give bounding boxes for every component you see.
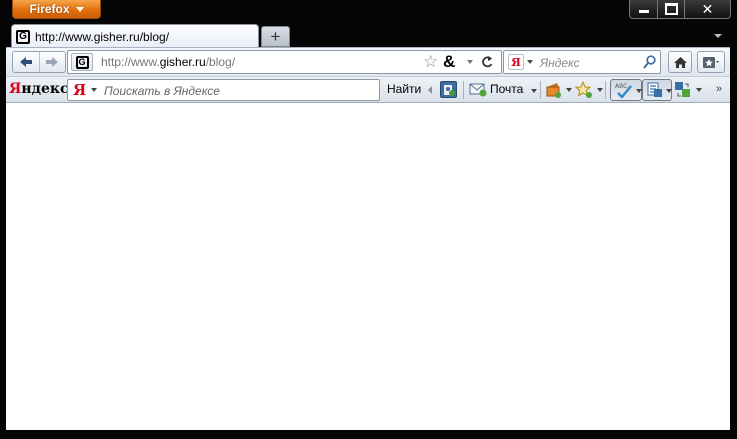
dictionary-dropdown-icon[interactable] xyxy=(696,88,702,92)
wallet-glyph-icon xyxy=(546,83,561,98)
yandex-search-field[interactable]: Я Поискать в Яндексе xyxy=(67,79,380,101)
bookmarks-button[interactable] xyxy=(697,51,725,73)
yandex-brand-rest: ндекс xyxy=(21,81,69,97)
svg-text:ABC: ABC xyxy=(615,83,627,90)
yandex-engine-icon: Я xyxy=(511,55,521,69)
new-tab-button[interactable]: + xyxy=(261,26,290,47)
close-window-button[interactable]: ✕ xyxy=(684,0,731,19)
yandex-toolbar: Яндекс Я Поискать в Яндексе Найти Почта xyxy=(6,76,730,103)
mail-icon xyxy=(469,83,487,97)
search-engine-button[interactable]: Я xyxy=(508,54,524,70)
tab-title: http://www.gisher.ru/blog/ xyxy=(35,29,170,44)
url-domain: gisher.ru xyxy=(159,55,206,69)
url-history-dropdown-icon[interactable] xyxy=(467,60,473,64)
search-input[interactable]: Яндекс xyxy=(540,56,580,70)
list-all-tabs-icon[interactable] xyxy=(714,34,722,38)
mail-button[interactable]: Почта xyxy=(467,80,537,100)
close-icon: ✕ xyxy=(701,1,714,17)
firefox-menu-button[interactable]: Firefox xyxy=(12,0,101,19)
browser-window: Firefox ✕ G http://www.gisher.ru/blog/ +… xyxy=(0,0,737,439)
star-glyph-icon xyxy=(574,80,592,98)
engine-dropdown-icon[interactable] xyxy=(527,60,533,64)
minimize-button[interactable] xyxy=(629,0,658,19)
url-path: /blog/ xyxy=(205,55,236,69)
reload-arrow-icon xyxy=(482,56,493,68)
mail-dropdown-icon xyxy=(531,89,537,93)
reload-icon[interactable] xyxy=(481,55,493,71)
tab-active[interactable]: G http://www.gisher.ru/blog/ xyxy=(11,24,259,48)
page-content-area[interactable] xyxy=(6,103,730,430)
magnifier-icon[interactable] xyxy=(643,55,656,69)
spellcheck-icon: ABC xyxy=(615,83,632,99)
search-box[interactable]: Я Яндекс xyxy=(503,50,661,74)
home-icon xyxy=(673,56,687,68)
yandex-search-input[interactable]: Поискать в Яндексе xyxy=(104,84,220,98)
maximize-icon xyxy=(664,3,678,15)
money-wallet-icon[interactable] xyxy=(545,81,562,98)
back-button[interactable] xyxy=(13,52,39,72)
yandex-brand-first: Я xyxy=(9,81,22,97)
toolbar-overflow-chevron-icon[interactable]: » xyxy=(716,83,722,95)
back-arrow-icon xyxy=(19,57,32,67)
minimize-icon xyxy=(638,10,649,13)
forward-button[interactable] xyxy=(38,52,66,72)
url-text[interactable]: http://www.gisher.ru/blog/ xyxy=(101,55,235,69)
navigation-toolbar: G http://www.gisher.ru/blog/ ☆ & Я Яндек… xyxy=(6,47,730,76)
toolbar-separator xyxy=(605,81,606,99)
bookmarks-icon xyxy=(703,56,719,68)
ampersand-addon-icon[interactable]: & xyxy=(443,52,455,72)
site-identity-button[interactable]: G xyxy=(71,53,93,71)
favorites-star-icon[interactable] xyxy=(574,80,592,98)
dictionary-glyph-icon xyxy=(675,82,690,97)
plus-icon: + xyxy=(270,26,281,46)
translate-icon xyxy=(647,82,662,97)
address-bar[interactable]: G http://www.gisher.ru/blog/ ☆ & xyxy=(67,50,502,74)
maximize-button[interactable] xyxy=(657,0,685,19)
contacts-glyph-icon xyxy=(444,85,455,96)
favorites-dropdown-icon[interactable] xyxy=(597,88,603,92)
dropdown-arrow-icon xyxy=(75,6,84,12)
dictionary-icon[interactable] xyxy=(674,81,691,98)
yandex-search-dropdown-icon[interactable] xyxy=(91,88,97,92)
bookmark-star-icon[interactable]: ☆ xyxy=(423,52,438,72)
spellcheck-toggle[interactable]: ABC xyxy=(610,79,642,101)
url-prefix: http://www. xyxy=(101,55,160,69)
site-favicon: G xyxy=(16,29,30,44)
translate-toggle[interactable] xyxy=(642,79,672,101)
forward-arrow-icon xyxy=(46,57,59,67)
toolbar-separator xyxy=(540,81,541,99)
translate-dropdown-icon xyxy=(666,89,672,93)
toolbar-separator xyxy=(463,81,464,99)
mail-label: Почта xyxy=(490,82,524,96)
yandex-search-icon: Я xyxy=(73,81,87,99)
home-button[interactable] xyxy=(668,51,692,73)
back-forward-group xyxy=(12,51,66,73)
contacts-icon[interactable] xyxy=(440,81,457,98)
toolbar-grip-icon xyxy=(428,86,432,94)
wallet-dropdown-icon[interactable] xyxy=(566,88,572,92)
find-button[interactable]: Найти xyxy=(387,82,421,96)
firefox-menu-label: Firefox xyxy=(29,2,70,16)
site-favicon-small: G xyxy=(75,55,89,69)
